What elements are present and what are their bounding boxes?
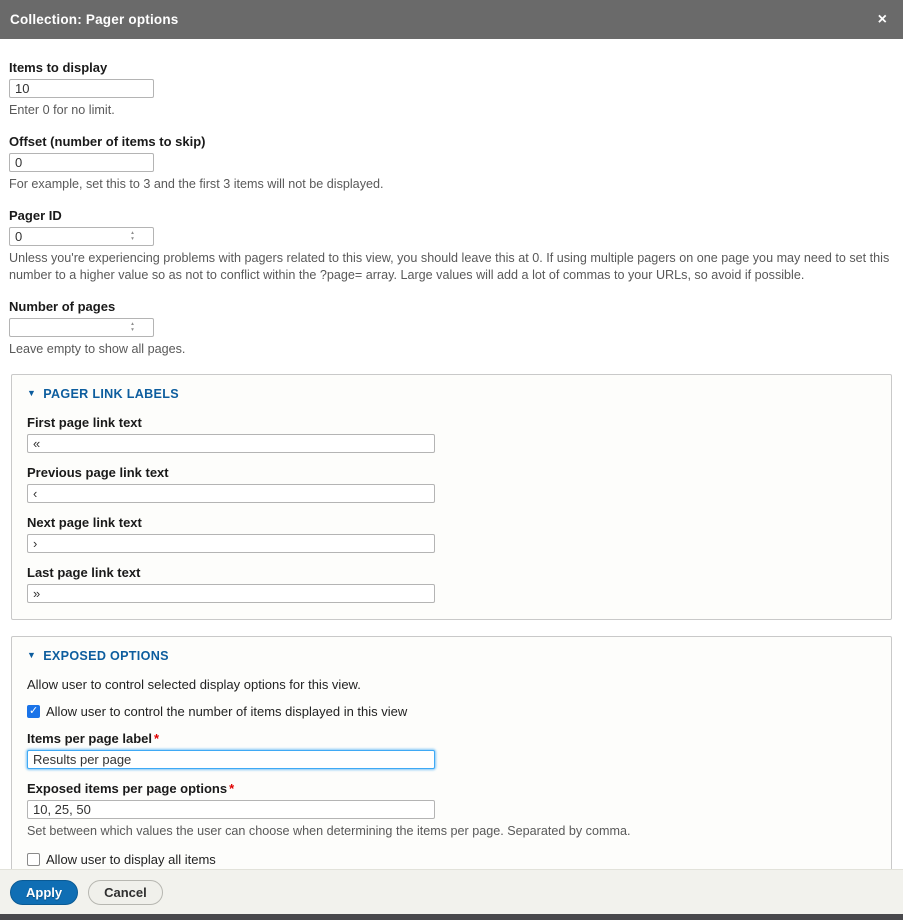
form-item-previous-page-link: Previous page link text — [27, 465, 876, 503]
number-spinner-icon[interactable]: ▴▾ — [128, 321, 137, 333]
fieldset-exposed-options: ▼ EXPOSED OPTIONS Allow user to control … — [11, 636, 892, 869]
form-item-offset: Offset (number of items to skip) For exa… — [9, 134, 894, 193]
modal-titlebar: Collection: Pager options × — [0, 0, 903, 39]
modal-footer: Apply Cancel — [0, 869, 903, 914]
first-page-link-label: First page link text — [27, 415, 876, 430]
items-to-display-label: Items to display — [9, 60, 894, 75]
last-page-link-label: Last page link text — [27, 565, 876, 580]
pager-link-labels-legend[interactable]: ▼ PAGER LINK LABELS — [27, 387, 876, 401]
offset-label: Offset (number of items to skip) — [9, 134, 894, 149]
collapse-arrow-icon: ▼ — [27, 650, 36, 660]
next-page-link-label: Next page link text — [27, 515, 876, 530]
display-all-checkbox[interactable] — [27, 853, 40, 866]
cancel-button[interactable]: Cancel — [88, 880, 163, 905]
items-to-display-input[interactable] — [9, 79, 154, 98]
form-item-items-to-display: Items to display Enter 0 for no limit. — [9, 60, 894, 119]
exposed-options-legend[interactable]: ▼ EXPOSED OPTIONS — [27, 649, 876, 663]
collapse-arrow-icon: ▼ — [27, 388, 36, 398]
modal-content: Items to display Enter 0 for no limit. O… — [0, 39, 903, 869]
pager-link-labels-legend-text: PAGER LINK LABELS — [43, 387, 179, 401]
form-item-last-page-link: Last page link text — [27, 565, 876, 603]
form-item-exposed-items-options: Exposed items per page options* Set betw… — [27, 781, 876, 840]
form-item-number-of-pages: Number of pages ▴▾ Leave empty to show a… — [9, 299, 894, 358]
previous-page-link-input[interactable] — [27, 484, 435, 503]
checkbox-row-display-all: Allow user to display all items — [27, 852, 876, 867]
display-all-checkbox-label[interactable]: Allow user to display all items — [46, 852, 216, 867]
pager-id-label: Pager ID — [9, 208, 894, 223]
form-item-first-page-link: First page link text — [27, 415, 876, 453]
exposed-items-options-label: Exposed items per page options* — [27, 781, 876, 796]
control-items-checkbox-label[interactable]: Allow user to control the number of item… — [46, 704, 407, 719]
last-page-link-input[interactable] — [27, 584, 435, 603]
form-item-next-page-link: Next page link text — [27, 515, 876, 553]
exposed-options-intro: Allow user to control selected display o… — [27, 677, 876, 692]
pager-options-modal: Collection: Pager options × Items to dis… — [0, 0, 903, 920]
required-asterisk: * — [154, 731, 159, 746]
control-items-checkbox[interactable] — [27, 705, 40, 718]
items-per-page-label-label: Items per page label* — [27, 731, 876, 746]
checkbox-row-control-items: Allow user to control the number of item… — [27, 704, 876, 719]
previous-page-link-label: Previous page link text — [27, 465, 876, 480]
pager-id-description: Unless you're experiencing problems with… — [9, 250, 894, 284]
first-page-link-input[interactable] — [27, 434, 435, 453]
form-item-items-per-page-label: Items per page label* — [27, 731, 876, 769]
page-background-strip — [0, 914, 903, 920]
fieldset-pager-link-labels: ▼ PAGER LINK LABELS First page link text… — [11, 374, 892, 620]
apply-button[interactable]: Apply — [10, 880, 78, 905]
modal-title: Collection: Pager options — [10, 12, 874, 27]
number-spinner-icon[interactable]: ▴▾ — [128, 230, 137, 242]
next-page-link-input[interactable] — [27, 534, 435, 553]
items-per-page-label-input[interactable] — [27, 750, 435, 769]
number-of-pages-label: Number of pages — [9, 299, 894, 314]
form-item-pager-id: Pager ID ▴▾ Unless you're experiencing p… — [9, 208, 894, 284]
exposed-options-legend-text: EXPOSED OPTIONS — [43, 649, 169, 663]
exposed-items-options-description: Set between which values the user can ch… — [27, 823, 876, 840]
number-of-pages-description: Leave empty to show all pages. — [9, 341, 894, 358]
exposed-items-options-input[interactable] — [27, 800, 435, 819]
offset-input[interactable] — [9, 153, 154, 172]
required-asterisk: * — [229, 781, 234, 796]
close-icon[interactable]: × — [874, 10, 891, 30]
items-to-display-description: Enter 0 for no limit. — [9, 102, 894, 119]
offset-description: For example, set this to 3 and the first… — [9, 176, 894, 193]
